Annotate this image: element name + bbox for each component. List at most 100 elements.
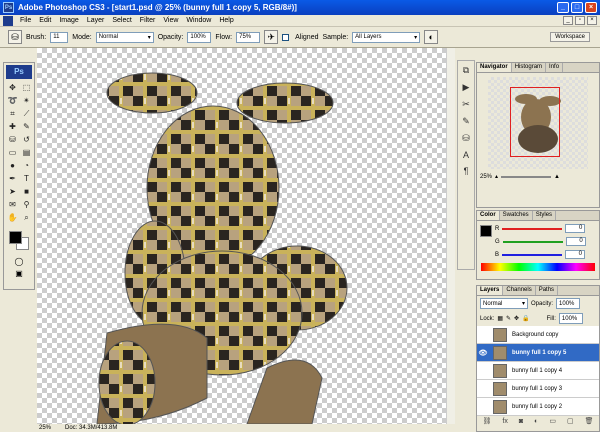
screen-mode-icon[interactable]: ▣ xyxy=(4,269,34,278)
hand-icon[interactable]: ✋ xyxy=(6,212,19,224)
slice-icon[interactable]: ⟋ xyxy=(20,108,33,120)
color-panel-foreground-swatch[interactable] xyxy=(480,225,492,237)
eye-icon[interactable]: 👁 xyxy=(477,349,489,357)
maximize-button[interactable]: □ xyxy=(571,2,583,13)
dodge-icon[interactable]: ◔ xyxy=(20,160,33,172)
zoom-level[interactable]: 25% xyxy=(39,425,51,431)
brushes-panel-icon[interactable]: ✎ xyxy=(462,116,470,127)
brush-picker[interactable]: 11 xyxy=(50,31,69,43)
type-icon[interactable]: T xyxy=(20,173,33,185)
quick-mask-icon[interactable]: ◯ xyxy=(4,257,34,266)
pen-icon[interactable]: ✒ xyxy=(6,173,19,185)
gradient-icon[interactable]: ▤ xyxy=(20,147,33,159)
blue-value[interactable]: 0 xyxy=(565,250,586,259)
blue-slider[interactable] xyxy=(502,253,563,256)
color-spectrum[interactable] xyxy=(481,263,595,271)
menu-window[interactable]: Window xyxy=(182,17,215,24)
zoom-in-icon[interactable]: ▲ xyxy=(554,174,560,180)
green-value[interactable]: 0 xyxy=(565,237,586,246)
eyedropper-icon[interactable]: ⚲ xyxy=(20,199,33,211)
notes-icon[interactable]: ✉ xyxy=(6,199,19,211)
lasso-icon[interactable]: ➰ xyxy=(6,95,19,107)
tab-color[interactable]: Color xyxy=(477,211,500,220)
tab-styles[interactable]: Styles xyxy=(533,211,557,220)
fill-input[interactable]: 100% xyxy=(558,313,583,324)
sample-select[interactable]: All Layers ▾ xyxy=(352,31,421,43)
eraser-icon[interactable]: ▭ xyxy=(6,147,19,159)
path-selection-icon[interactable]: ➤ xyxy=(6,186,19,198)
adjustment-layer-icon[interactable]: ◐ xyxy=(534,418,538,425)
clone-stamp-icon[interactable]: ⛁ xyxy=(6,134,19,146)
layer-row[interactable]: bunny full 1 copy 4 xyxy=(477,362,599,380)
lock-image-icon[interactable]: ✎ xyxy=(506,315,511,322)
character-panel-icon[interactable]: A xyxy=(463,150,469,160)
green-slider[interactable] xyxy=(502,240,563,243)
brush-icon[interactable]: ✎ xyxy=(20,121,33,133)
layer-row[interactable]: 👁 bunny full 1 copy 5 xyxy=(477,344,599,362)
new-group-icon[interactable]: ▭ xyxy=(549,417,556,425)
menu-view[interactable]: View xyxy=(159,17,182,24)
lock-transparent-icon[interactable]: ▦ xyxy=(497,315,503,322)
lock-position-icon[interactable]: ✥ xyxy=(514,315,519,322)
tab-layers[interactable]: Layers xyxy=(477,286,504,295)
tab-paths[interactable]: Paths xyxy=(536,286,559,295)
mode-select[interactable]: Normal ▾ xyxy=(95,31,154,43)
navigator-view-box[interactable] xyxy=(510,87,560,157)
tab-info[interactable]: Info xyxy=(546,63,564,72)
red-value[interactable]: 0 xyxy=(565,224,586,233)
tab-histogram[interactable]: Histogram xyxy=(512,63,547,72)
menu-select[interactable]: Select xyxy=(108,17,135,24)
blur-icon[interactable]: ● xyxy=(6,160,19,172)
clone-stamp-icon[interactable]: ⛁ xyxy=(8,30,22,44)
tab-channels[interactable]: Channels xyxy=(503,286,536,295)
aligned-checkbox[interactable] xyxy=(282,33,290,41)
menu-edit[interactable]: Edit xyxy=(35,17,55,24)
doc-restore-button[interactable]: ▫ xyxy=(575,16,585,25)
layer-mask-icon[interactable]: ◙ xyxy=(519,418,523,425)
layer-row[interactable]: bunny full 1 copy 3 xyxy=(477,380,599,398)
flow-input[interactable]: 75% xyxy=(236,31,261,43)
red-slider[interactable] xyxy=(502,227,563,230)
zoom-out-icon[interactable]: ▴ xyxy=(495,173,498,180)
shape-icon[interactable]: ■ xyxy=(20,186,33,198)
zoom-icon[interactable]: ⌕ xyxy=(20,212,33,224)
doc-minimize-button[interactable]: _ xyxy=(563,16,573,25)
menu-image[interactable]: Image xyxy=(55,17,82,24)
tool-presets-icon[interactable]: ✂ xyxy=(462,99,470,110)
doc-close-button[interactable]: × xyxy=(587,16,597,25)
tab-swatches[interactable]: Swatches xyxy=(500,211,533,220)
ignore-adjustment-layers-icon[interactable]: ◐ xyxy=(424,30,439,44)
opacity-input[interactable]: 100% xyxy=(187,31,212,43)
magic-wand-icon[interactable]: ✴ xyxy=(20,95,33,107)
delete-layer-icon[interactable]: 🗑 xyxy=(585,417,594,425)
new-layer-icon[interactable]: ▢ xyxy=(567,417,574,425)
layer-row[interactable]: Background copy xyxy=(477,326,599,344)
document-canvas[interactable] xyxy=(37,48,446,424)
foreground-color-swatch[interactable] xyxy=(9,231,22,244)
paragraph-panel-icon[interactable]: ¶ xyxy=(464,166,469,176)
healing-brush-icon[interactable]: ✚ xyxy=(6,121,19,133)
history-brush-icon[interactable]: ↺ xyxy=(20,134,33,146)
menu-file[interactable]: File xyxy=(16,17,35,24)
menu-layer[interactable]: Layer xyxy=(83,17,109,24)
layer-opacity-input[interactable]: 100% xyxy=(556,298,581,309)
clone-source-icon[interactable]: ⛁ xyxy=(462,133,470,144)
layer-row[interactable]: bunny full 1 copy 2 xyxy=(477,398,599,416)
menu-help[interactable]: Help xyxy=(215,17,237,24)
airbrush-icon[interactable]: ✈ xyxy=(264,30,279,44)
navigator-preview[interactable] xyxy=(488,77,588,169)
actions-panel-icon[interactable]: ▶ xyxy=(463,82,470,93)
vertical-scrollbar[interactable] xyxy=(446,48,455,424)
layer-style-icon[interactable]: fx xyxy=(502,418,507,425)
link-layers-icon[interactable]: ⛓ xyxy=(483,417,492,425)
workspace-button[interactable]: Workspace xyxy=(550,32,590,42)
menu-filter[interactable]: Filter xyxy=(136,17,160,24)
crop-icon[interactable]: ⌗ xyxy=(6,108,19,120)
history-panel-icon[interactable]: ⧉ xyxy=(463,65,469,76)
close-button[interactable]: × xyxy=(585,2,597,13)
navigator-zoom-value[interactable]: 25% xyxy=(480,174,492,180)
move-icon[interactable]: ✥ xyxy=(6,82,19,94)
blend-mode-select[interactable]: Normal ▾ xyxy=(480,298,528,309)
minimize-button[interactable]: _ xyxy=(557,2,569,13)
tab-navigator[interactable]: Navigator xyxy=(477,63,512,72)
